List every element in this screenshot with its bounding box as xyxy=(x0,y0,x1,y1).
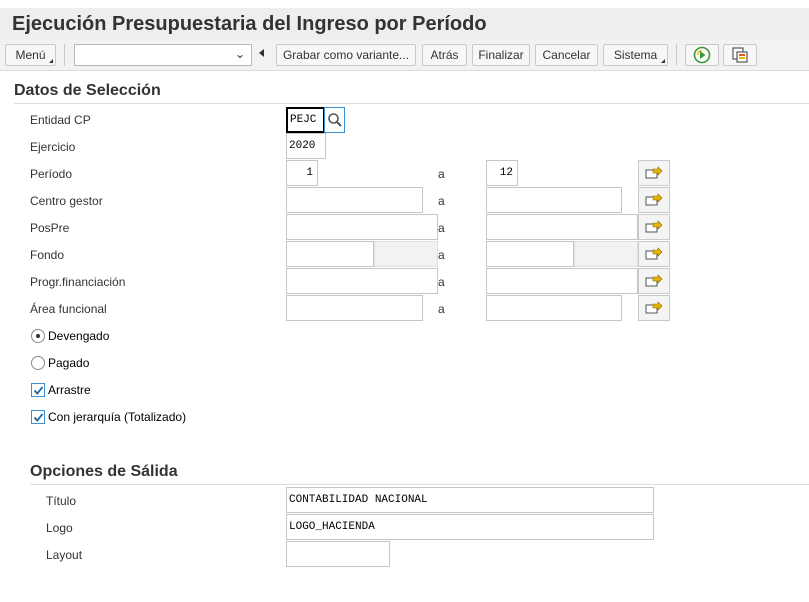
system-label: Sistema xyxy=(613,48,658,62)
page-title: Ejecución Presupuestaria del Ingreso por… xyxy=(12,13,487,35)
centro-gestor-high-input[interactable] xyxy=(486,187,622,213)
dropdown-corner-icon xyxy=(49,59,53,63)
range-to-label: a xyxy=(438,248,445,262)
devengado-radio[interactable] xyxy=(31,329,45,343)
titulo-label: Título xyxy=(46,494,77,508)
checkmark-icon xyxy=(33,385,43,395)
pagado-label: Pagado xyxy=(48,356,90,370)
range-to-label: a xyxy=(438,167,445,181)
centro-gestor-label: Centro gestor xyxy=(30,194,103,208)
area-funcional-label: Área funcional xyxy=(30,302,107,316)
cancel-label: Cancelar xyxy=(542,48,591,62)
periodo-label: Período xyxy=(30,167,73,181)
con-jerarquia-checkbox[interactable] xyxy=(31,410,45,424)
area-funcional-multiple-selection-button[interactable] xyxy=(638,295,670,321)
dropdown-corner-icon xyxy=(661,59,665,63)
periodo-low-input[interactable]: 1 xyxy=(286,160,318,186)
area-funcional-low-input[interactable] xyxy=(286,295,423,321)
pospre-low-input[interactable] xyxy=(286,214,438,240)
fondo-high-input[interactable] xyxy=(486,241,574,267)
exit-button[interactable]: Finalizar xyxy=(472,44,530,66)
ejercicio-label: Ejercicio xyxy=(30,140,76,154)
progr-financiacion-low-input[interactable] xyxy=(286,268,438,294)
toolbar-separator xyxy=(64,44,65,66)
fondo-label: Fondo xyxy=(30,248,65,262)
logo-label: Logo xyxy=(46,521,73,535)
toolbar: Menú ⌄ Grabar como variante... Atrás Fin… xyxy=(0,40,809,71)
menu-button-label: Menú xyxy=(15,48,46,62)
fondo-low-extension xyxy=(374,241,438,267)
range-to-label: a xyxy=(438,221,445,235)
checkmark-icon xyxy=(33,412,43,422)
search-icon xyxy=(327,113,342,127)
command-field[interactable]: ⌄ xyxy=(74,44,252,66)
titulo-input[interactable]: CONTABILIDAD NACIONAL xyxy=(286,487,654,513)
arrastre-checkbox[interactable] xyxy=(31,383,45,397)
title-bar: Ejecución Presupuestaria del Ingreso por… xyxy=(0,8,809,40)
get-variant-button[interactable] xyxy=(723,44,757,66)
back-button[interactable]: Atrás xyxy=(422,44,467,66)
logo-input[interactable]: LOGO_HACIENDA xyxy=(286,514,654,540)
layout-input[interactable] xyxy=(286,541,390,567)
multiple-selection-icon xyxy=(645,274,663,287)
execute-icon xyxy=(693,46,711,64)
save-as-variant-button[interactable]: Grabar como variante... xyxy=(276,44,416,66)
periodo-high-input[interactable]: 12 xyxy=(486,160,518,186)
entidad-cp-input[interactable]: PEJC xyxy=(286,107,325,133)
range-to-label: a xyxy=(438,302,445,316)
fondo-low-input[interactable] xyxy=(286,241,374,267)
centro-gestor-multiple-selection-button[interactable] xyxy=(638,187,670,213)
multiple-selection-icon xyxy=(645,301,663,314)
multiple-selection-icon xyxy=(645,220,663,233)
pospre-multiple-selection-button[interactable] xyxy=(638,214,670,240)
multiple-selection-icon xyxy=(645,166,663,179)
ejercicio-input[interactable]: 2020 xyxy=(286,133,326,159)
area-funcional-high-input[interactable] xyxy=(486,295,622,321)
con-jerarquia-label: Con jerarquía (Totalizado) xyxy=(48,410,187,424)
pagado-radio[interactable] xyxy=(31,356,45,370)
fondo-high-extension xyxy=(574,241,638,267)
progr-financiacion-label: Progr.financiación xyxy=(30,275,126,289)
range-to-label: a xyxy=(438,194,445,208)
system-menu-button[interactable]: Sistema xyxy=(603,44,668,66)
get-variant-icon xyxy=(732,47,748,63)
pospre-label: PosPre xyxy=(30,221,70,235)
toolbar-separator xyxy=(676,44,677,66)
centro-gestor-low-input[interactable] xyxy=(286,187,423,213)
exit-label: Finalizar xyxy=(478,48,524,62)
arrastre-label: Arrastre xyxy=(48,383,91,397)
fondo-multiple-selection-button[interactable] xyxy=(638,241,670,267)
back-label: Atrás xyxy=(430,48,459,62)
section-divider xyxy=(14,103,809,104)
entidad-cp-label: Entidad CP xyxy=(30,113,91,127)
progr-financiacion-high-input[interactable] xyxy=(486,268,638,294)
chevron-down-icon[interactable]: ⌄ xyxy=(235,47,245,61)
multiple-selection-icon xyxy=(645,247,663,260)
selection-section-heading: Datos de Selección xyxy=(14,82,161,99)
range-to-label: a xyxy=(438,275,445,289)
section-divider xyxy=(30,484,809,485)
execute-button[interactable] xyxy=(685,44,719,66)
collapse-arrow-icon[interactable] xyxy=(259,49,264,57)
entidad-cp-search-help[interactable] xyxy=(324,107,345,133)
progr-financiacion-multiple-selection-button[interactable] xyxy=(638,268,670,294)
menu-button[interactable]: Menú xyxy=(5,44,56,66)
pospre-high-input[interactable] xyxy=(486,214,638,240)
layout-label: Layout xyxy=(46,548,83,562)
multiple-selection-icon xyxy=(645,193,663,206)
save-as-variant-label: Grabar como variante... xyxy=(282,48,410,62)
cancel-button[interactable]: Cancelar xyxy=(535,44,598,66)
devengado-label: Devengado xyxy=(48,329,110,343)
periodo-multiple-selection-button[interactable] xyxy=(638,160,670,186)
output-section-heading: Opciones de Sálida xyxy=(30,463,178,480)
